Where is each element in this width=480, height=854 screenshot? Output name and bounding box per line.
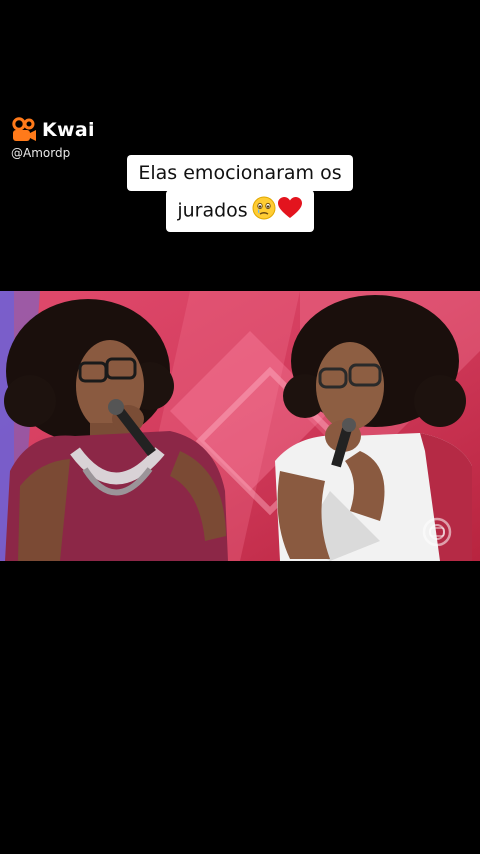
caption: Elas emocionaram os jurados xyxy=(0,155,480,232)
kwai-watermark: Kwai @Amordp xyxy=(10,116,130,160)
video-scene xyxy=(0,291,480,561)
kwai-brand: Kwai xyxy=(10,116,130,144)
tv-channel-logo-icon xyxy=(422,517,452,547)
caption-line-1: Elas emocionaram os xyxy=(127,155,353,191)
kwai-camera-icon xyxy=(12,117,36,141)
video-frame[interactable] xyxy=(0,291,480,561)
caption-line-2-text: jurados xyxy=(177,199,248,222)
crying-face-icon xyxy=(252,196,276,226)
caption-line-2: jurados xyxy=(166,190,314,232)
app-name: Kwai xyxy=(42,119,95,141)
red-heart-icon xyxy=(277,196,303,226)
